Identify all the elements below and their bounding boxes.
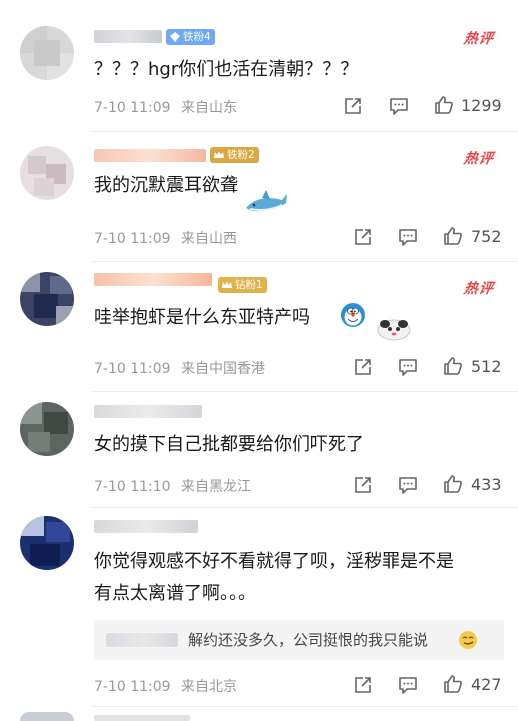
comment-icon[interactable]	[397, 674, 419, 696]
comment-meta: 7-10 11:09 来自山西	[94, 228, 237, 248]
badge-label: 钻粉1	[235, 279, 263, 291]
comment-meta: 7-10 11:09 来自中国香港	[94, 358, 265, 378]
hot-comment-tag: 热评	[462, 31, 495, 47]
fan-badge[interactable]: 铁粉2	[210, 147, 259, 163]
badge-label: 铁粉4	[183, 31, 211, 43]
username-blurred[interactable]	[94, 149, 206, 162]
hot-comment-tag: 热评	[462, 281, 495, 297]
username-blurred[interactable]	[94, 405, 202, 418]
comment-5: 你觉得观感不好不看就得了呗，淫秽罪是不是 有点太离谱了啊。。。 解约还没多久，公…	[0, 508, 518, 708]
crown-icon	[222, 281, 232, 288]
reply-preview[interactable]: 解约还没多久，公司挺恨的我只能说	[94, 620, 504, 660]
comment-meta: 7-10 11:10 来自黑龙江	[94, 476, 251, 496]
panda-sticker	[372, 312, 416, 342]
comment-text: 哇举抱虾是什么东亚特产吗	[94, 307, 310, 328]
like-icon[interactable]	[442, 673, 464, 695]
comment-location: 来自中国香港	[181, 361, 266, 377]
avatar[interactable]	[20, 272, 74, 326]
comment-1: 铁粉4 热评 ？？？hgr你们也活在清朝？？？ 7-10 11:09 来自山东 …	[0, 0, 518, 130]
badge-label: 铁粉2	[227, 149, 255, 161]
reply-username-blurred[interactable]	[106, 633, 178, 647]
doraemon-sticker	[340, 302, 366, 328]
comment-location: 来自山东	[181, 100, 238, 116]
comment-date: 7-10 11:10	[94, 479, 171, 495]
comment-text: 我的沉默震耳欲聋	[94, 175, 238, 196]
like-icon[interactable]	[442, 355, 464, 377]
like-icon[interactable]	[433, 94, 455, 116]
comment-date: 7-10 11:09	[94, 100, 171, 116]
comment-2: 铁粉2 热评 我的沉默震耳欲聋 7-10 11:09 来自山西 752	[0, 132, 518, 260]
avatar[interactable]	[20, 146, 74, 200]
crown-icon	[214, 151, 224, 158]
hot-comment-tag: 热评	[462, 151, 495, 167]
comment-icon[interactable]	[397, 226, 419, 248]
username-blurred[interactable]	[94, 715, 190, 721]
avatar[interactable]	[20, 516, 74, 570]
share-icon[interactable]	[342, 95, 364, 117]
fan-badge[interactable]: 钻粉1	[218, 277, 267, 293]
comment-meta: 7-10 11:09 来自北京	[94, 676, 237, 696]
comment-meta: 7-10 11:09 来自山东	[94, 97, 237, 117]
avatar[interactable]	[20, 26, 74, 80]
share-icon[interactable]	[352, 226, 374, 248]
avatar[interactable]	[20, 712, 74, 721]
comment-date: 7-10 11:09	[94, 679, 171, 695]
reply-text: 解约还没多久，公司挺恨的我只能说	[188, 631, 429, 649]
like-count: 433	[471, 475, 502, 494]
share-icon[interactable]	[352, 474, 374, 496]
comment-location: 来自黑龙江	[181, 479, 252, 495]
shark-sticker	[240, 178, 290, 218]
fan-badge[interactable]: 铁粉4	[166, 29, 215, 45]
like-count: 1299	[461, 96, 502, 115]
comment-4: 女的摸下自己批都要给你们吓死了 7-10 11:10 来自黑龙江 433	[0, 392, 518, 506]
avatar[interactable]	[20, 402, 74, 456]
smirk-emoji-icon	[459, 631, 477, 649]
like-icon[interactable]	[442, 225, 464, 247]
like-count: 752	[471, 227, 502, 246]
divider	[92, 706, 518, 707]
comment-icon[interactable]	[397, 356, 419, 378]
comment-text-line1: 你觉得观感不好不看就得了呗，淫秽罪是不是	[94, 551, 454, 572]
share-icon[interactable]	[352, 674, 374, 696]
comment-text-line2: 有点太离谱了啊。。。	[94, 583, 256, 604]
comment-text: ？？？hgr你们也活在清朝？？？	[94, 59, 359, 80]
comment-icon[interactable]	[388, 95, 410, 117]
comment-date: 7-10 11:09	[94, 231, 171, 247]
diamond-icon	[170, 32, 180, 42]
username-blurred[interactable]	[94, 273, 212, 286]
comment-3: 钻粉1 热评 哇举抱虾是什么东亚特产吗 7-10 11:09 来自中国香港 51…	[0, 262, 518, 390]
username-blurred[interactable]	[94, 520, 198, 533]
comment-icon[interactable]	[397, 474, 419, 496]
like-count: 427	[471, 675, 502, 694]
like-icon[interactable]	[442, 473, 464, 495]
comment-location: 来自山西	[181, 231, 238, 247]
like-count: 512	[471, 357, 502, 376]
comment-location: 来自北京	[181, 679, 238, 695]
share-icon[interactable]	[352, 356, 374, 378]
comment-text: 女的摸下自己批都要给你们吓死了	[94, 434, 364, 455]
username-blurred[interactable]	[94, 30, 162, 43]
comment-date: 7-10 11:09	[94, 361, 171, 377]
